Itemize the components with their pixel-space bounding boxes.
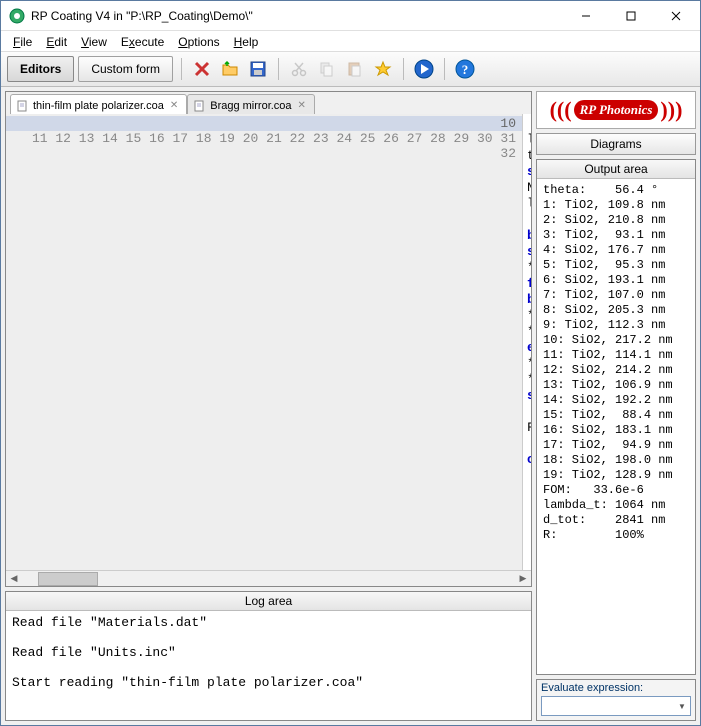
output-panel: Output area theta: 56.4 ° 1: TiO2, 109.8… (536, 159, 696, 675)
tab-close-icon[interactable]: ✕ (168, 100, 180, 111)
menu-edit[interactable]: Edit (40, 33, 73, 49)
evaluate-panel: Evaluate expression: ▼ (536, 679, 696, 721)
help-icon[interactable]: ? (453, 57, 477, 81)
maximize-button[interactable] (608, 2, 653, 30)
logo-text: RP Photonics (574, 100, 659, 120)
tab-bragg[interactable]: Bragg mirror.coa ✕ (187, 94, 315, 114)
scroll-left-icon[interactable]: ◀ (6, 572, 22, 586)
menubar: File Edit View Execute Options Help (1, 31, 700, 51)
tab-label: Bragg mirror.coa (210, 100, 291, 112)
tab-strip: thin-film plate polarizer.coa ✕ Bragg mi… (6, 92, 531, 114)
tab-close-icon[interactable]: ✕ (296, 100, 308, 111)
menu-view[interactable]: View (75, 33, 113, 49)
window-title: RP Coating V4 in "P:\RP_Coating\Demo\" (31, 9, 563, 23)
menu-file[interactable]: File (7, 33, 38, 49)
cut-icon[interactable] (287, 57, 311, 81)
logo-paren: ((( (550, 97, 572, 123)
tab-label: thin-film plate polarizer.coa (33, 100, 164, 112)
separator (444, 58, 445, 80)
tab-polarizer[interactable]: thin-film plate polarizer.coa ✕ (10, 94, 187, 114)
app-icon (9, 8, 25, 24)
scroll-thumb[interactable] (38, 572, 98, 586)
file-icon (17, 100, 29, 112)
delete-icon[interactable] (190, 57, 214, 81)
save-icon[interactable] (246, 57, 270, 81)
favorite-icon[interactable] (371, 57, 395, 81)
custom-form-button[interactable]: Custom form (78, 56, 173, 82)
titlebar: RP Coating V4 in "P:\RP_Coating\Demo\" (1, 1, 700, 31)
editors-button[interactable]: Editors (7, 56, 74, 82)
log-text[interactable]: Read file "Materials.dat" Read file "Uni… (6, 611, 531, 720)
run-icon[interactable] (412, 57, 436, 81)
open-icon[interactable] (218, 57, 242, 81)
diagrams-button[interactable]: Diagrams (536, 133, 696, 155)
evaluate-label: Evaluate expression: (541, 682, 691, 694)
copy-icon[interactable] (315, 57, 339, 81)
evaluate-input[interactable] (541, 696, 691, 716)
file-icon (194, 100, 206, 112)
line-gutter: 1011 12 13 14 15 16 17 18 19 20 21 22 23… (6, 114, 523, 570)
menu-options[interactable]: Options (172, 33, 225, 49)
log-panel: Log area Read file "Materials.dat" Read … (5, 591, 532, 721)
svg-text:?: ? (462, 62, 469, 77)
output-text[interactable]: theta: 56.4 ° 1: TiO2, 109.8 nm 2: SiO2,… (537, 179, 695, 674)
separator (403, 58, 404, 80)
logo-paren: ))) (660, 97, 682, 123)
code-editor[interactable]: l := 1064 { operation wavelength } theta… (523, 114, 531, 570)
scroll-right-icon[interactable]: ▶ (515, 572, 531, 586)
logo: ((( RP Photonics ))) (536, 91, 696, 129)
menu-execute[interactable]: Execute (115, 33, 170, 49)
toolbar: Editors Custom form ? (1, 51, 700, 87)
log-header: Log area (6, 592, 531, 611)
horizontal-scrollbar[interactable]: ◀ ▶ (6, 570, 531, 586)
separator (181, 58, 182, 80)
paste-icon[interactable] (343, 57, 367, 81)
menu-help[interactable]: Help (228, 33, 265, 49)
output-header: Output area (537, 160, 695, 179)
editor-panel: thin-film plate polarizer.coa ✕ Bragg mi… (5, 91, 532, 587)
minimize-button[interactable] (563, 2, 608, 30)
separator (278, 58, 279, 80)
close-button[interactable] (653, 2, 698, 30)
